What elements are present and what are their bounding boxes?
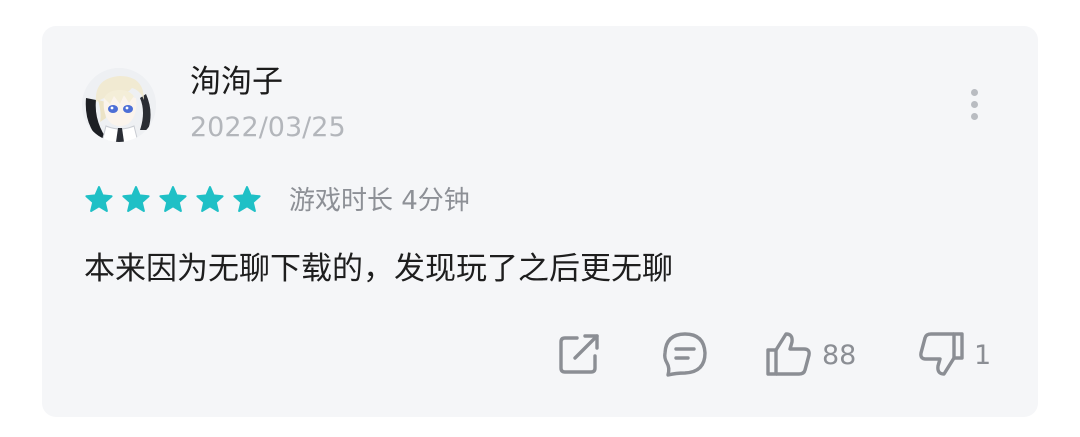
like-count: 88 [822, 340, 857, 371]
review-text: 本来因为无聊下载的，发现玩了之后更无聊 [84, 251, 673, 287]
avatar-image [82, 68, 156, 142]
review-date: 2022/03/25 [190, 112, 346, 143]
playtime-label: 游戏时长 4分钟 [289, 186, 470, 216]
share-icon [559, 334, 599, 374]
more-vertical-icon[interactable] [960, 84, 990, 124]
star-icon [159, 186, 187, 212]
thumbs-up-icon [766, 332, 811, 376]
dislike-count: 1 [974, 340, 992, 371]
username[interactable]: 洵洵子 [190, 62, 283, 102]
dislike-button[interactable] [916, 330, 966, 378]
star-icon [233, 186, 261, 212]
user-avatar[interactable] [82, 68, 156, 142]
star-icon [122, 186, 150, 212]
share-button[interactable] [555, 330, 603, 378]
comment-button[interactable] [660, 330, 710, 378]
like-button[interactable] [764, 330, 814, 378]
thumbs-down-icon [919, 332, 964, 376]
star-icon [196, 186, 224, 212]
comment-icon [663, 332, 707, 377]
star-icon [85, 186, 113, 212]
